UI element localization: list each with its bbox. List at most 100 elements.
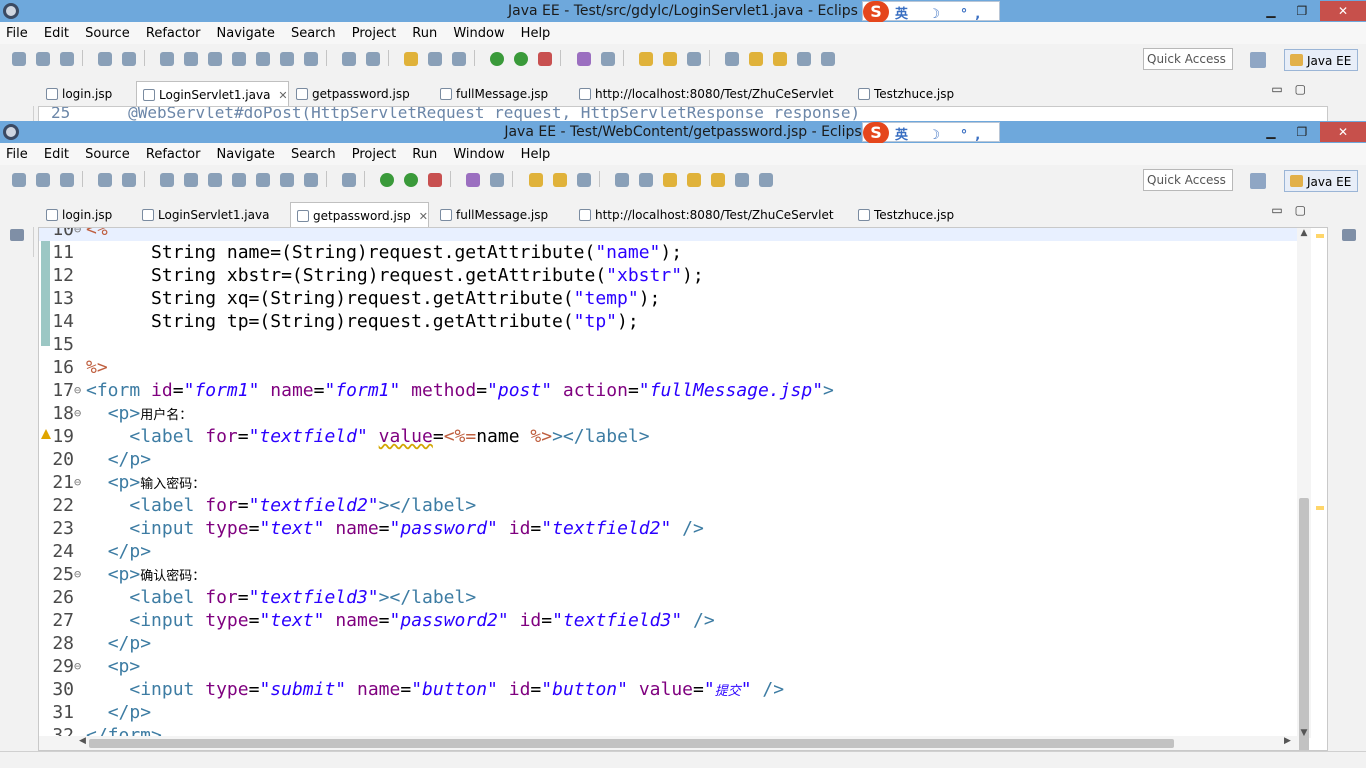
forward-icon[interactable] — [758, 173, 773, 187]
open-type-icon[interactable] — [638, 52, 653, 66]
prev-annotation-icon[interactable] — [686, 173, 701, 187]
code-line[interactable]: 26 <label for="textfield3"></label> — [39, 586, 1299, 609]
toggle-mark-icon[interactable] — [342, 52, 357, 66]
code-lines[interactable]: 10 ⊖ <% 11 String name=(String)request.getA… — [39, 228, 1299, 747]
debug-icon[interactable] — [490, 52, 505, 66]
quick-access-input[interactable]: Quick Access — [1143, 169, 1233, 191]
maximize-editor-icon[interactable]: ▢ — [1295, 203, 1318, 217]
close-tab-icon[interactable]: ✕ — [419, 210, 428, 223]
code-line[interactable]: 20 </p> — [39, 448, 1299, 471]
vertical-scrollbar[interactable]: ▲ ▼ — [1297, 228, 1311, 750]
open-resource-icon[interactable] — [552, 173, 567, 187]
line-text[interactable]: </p> — [86, 632, 151, 655]
scroll-up-icon[interactable]: ▲ — [1297, 228, 1311, 238]
line-text[interactable]: <p>输入密码： — [86, 471, 206, 496]
validate-icon[interactable] — [638, 173, 653, 187]
menu-run[interactable]: Run — [406, 23, 442, 41]
step-over-icon[interactable] — [280, 173, 295, 187]
menu-file[interactable]: File — [0, 23, 33, 41]
step-into-icon[interactable] — [256, 173, 271, 187]
code-line[interactable]: 31 </p> — [39, 701, 1299, 724]
ime-toolbar[interactable]: S 英 ☽ °, ⌨ ✎ — [862, 1, 1000, 37]
code-line[interactable]: 11 String name=(String)request.getAttrib… — [39, 241, 1299, 264]
search-icon[interactable] — [686, 52, 701, 66]
line-text[interactable]: </p> — [86, 448, 151, 471]
new-server-icon[interactable] — [576, 52, 591, 66]
code-line[interactable]: 30 <input type="submit" name="button" id… — [39, 678, 1299, 701]
code-line[interactable]: 12 String xbstr=(String)request.getAttri… — [39, 264, 1299, 287]
open-perspective-icon[interactable] — [1250, 173, 1266, 189]
console-icon[interactable] — [98, 52, 113, 66]
minimize-button[interactable]: ▁ — [1258, 122, 1284, 142]
tab-testzhuce-jsp[interactable]: Testzhuce.jsp — [852, 81, 954, 106]
warning-marker[interactable] — [1316, 234, 1324, 238]
menu-refactor[interactable]: Refactor — [140, 23, 206, 41]
menu-window[interactable]: Window — [447, 23, 509, 41]
menu-help[interactable]: Help — [515, 23, 556, 41]
code-line[interactable]: 21 ⊖ <p>输入密码： — [39, 471, 1299, 494]
code-line[interactable]: 14 String tp=(String)request.getAttribut… — [39, 310, 1299, 333]
forward-icon[interactable] — [820, 52, 835, 66]
new-class-icon[interactable] — [490, 173, 505, 187]
step-into-icon[interactable] — [256, 52, 271, 66]
new-icon[interactable] — [12, 52, 26, 66]
resume-icon[interactable] — [160, 173, 175, 187]
line-text[interactable]: <p>确认密码： — [86, 563, 206, 588]
fold-toggle-icon[interactable]: ⊖ — [74, 228, 84, 241]
minimize-editor-icon[interactable]: ▭ — [1271, 203, 1294, 217]
menu-search[interactable]: Search — [285, 23, 341, 41]
terminate-icon[interactable] — [208, 173, 223, 187]
new-server-icon[interactable] — [466, 173, 481, 187]
scroll-down-icon[interactable]: ▼ — [1297, 728, 1311, 738]
ime-toolbar[interactable]: S 英 ☽ °, ⌨ ✎ — [862, 122, 1000, 158]
line-text[interactable]: <p>用户名： — [86, 402, 193, 427]
code-line[interactable]: 22 <label for="textfield2"></label> — [39, 494, 1299, 517]
horizontal-scroll-thumb[interactable] — [89, 739, 1174, 748]
highlight-icon[interactable] — [404, 52, 419, 66]
java-ee-perspective-button[interactable]: Java EE — [1284, 49, 1358, 71]
save-all-icon[interactable] — [60, 52, 74, 66]
line-text[interactable]: <p> — [86, 655, 141, 678]
line-text[interactable]: String name=(String)request.getAttribute… — [86, 241, 682, 264]
code-line[interactable]: 16 %> — [39, 356, 1299, 379]
line-text[interactable]: <input type="text" name="password" id="t… — [86, 517, 703, 540]
menu-refactor[interactable]: Refactor — [140, 144, 206, 162]
tab-zhuceservlet-url[interactable]: http://localhost:8080/Test/ZhuCeServlet — [573, 202, 834, 227]
java-ee-perspective-button[interactable]: Java EE — [1284, 170, 1358, 192]
toggle-mark-icon[interactable] — [342, 173, 357, 187]
scroll-right-icon[interactable]: ▶ — [1284, 736, 1291, 746]
tab-getpassword-jsp[interactable]: getpassword.jsp ✕ — [290, 202, 429, 227]
next-annotation-icon[interactable] — [748, 52, 763, 66]
menu-help[interactable]: Help — [515, 144, 556, 162]
minimize-editor-icon[interactable]: ▭ — [1271, 82, 1294, 96]
back-icon[interactable] — [796, 52, 811, 66]
overview-ruler[interactable] — [1313, 228, 1327, 738]
tab-login-jsp[interactable]: login.jsp — [40, 81, 112, 106]
code-line[interactable]: 28 </p> — [39, 632, 1299, 655]
tab-login-jsp[interactable]: login.jsp — [40, 202, 112, 227]
open-type-icon[interactable] — [528, 173, 543, 187]
tab-loginservlet1-java[interactable]: LoginServlet1.java — [136, 202, 269, 227]
new-icon[interactable] — [12, 173, 26, 187]
save-icon[interactable] — [36, 52, 50, 66]
code-line[interactable]: 29 ⊖ <p> — [39, 655, 1299, 678]
line-text[interactable]: <label for="textfield" value=<%=name %>>… — [86, 425, 649, 448]
code-line[interactable]: 23 <input type="text" name="password" id… — [39, 517, 1299, 540]
code-line[interactable]: 13 String xq=(String)request.getAttribut… — [39, 287, 1299, 310]
fold-toggle-icon[interactable]: ⊖ — [74, 563, 84, 586]
prev-annotation-icon[interactable] — [772, 52, 787, 66]
menu-window[interactable]: Window — [447, 144, 509, 162]
new-class-icon[interactable] — [600, 52, 615, 66]
menu-project[interactable]: Project — [346, 23, 401, 41]
line-text[interactable]: String tp=(String)request.getAttribute("… — [86, 310, 639, 333]
horizontal-scrollbar[interactable]: ◀ ▶ — [39, 736, 1299, 750]
external-tools-icon[interactable] — [538, 52, 553, 66]
tab-zhuceservlet-url[interactable]: http://localhost:8080/Test/ZhuCeServlet — [573, 81, 834, 106]
next-annotation-icon[interactable] — [662, 173, 677, 187]
menu-source[interactable]: Source — [79, 144, 135, 162]
step-over-icon[interactable] — [280, 52, 295, 66]
menu-edit[interactable]: Edit — [38, 144, 74, 162]
line-text[interactable]: <input type="text" name="password2" id="… — [86, 609, 714, 632]
restore-button[interactable]: ❐ — [1289, 1, 1315, 21]
line-text[interactable]: </p> — [86, 540, 151, 563]
